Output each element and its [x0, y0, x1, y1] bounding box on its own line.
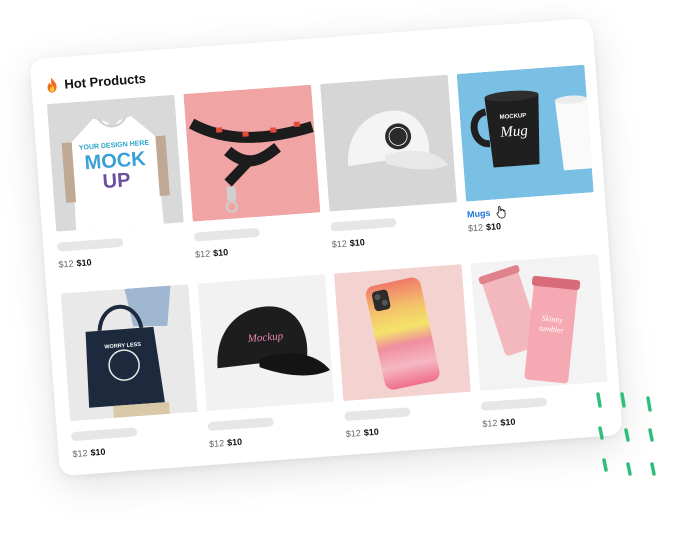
- new-price: $10: [485, 221, 502, 233]
- product-image-lanyard[interactable]: [183, 84, 321, 222]
- product-image-cap-white[interactable]: [320, 74, 458, 212]
- product-card[interactable]: WORRY LESS $12 $10: [60, 284, 201, 467]
- name-placeholder: [207, 417, 274, 432]
- product-grid: YOUR DESIGN HERE MOCK UP $12 $10 $12 $10…: [46, 64, 612, 468]
- new-price: $10: [500, 416, 516, 428]
- product-image-cap-black[interactable]: Mockup: [197, 274, 335, 412]
- product-card[interactable]: YOUR DESIGN HERE MOCK UP $12 $10: [46, 94, 187, 278]
- price: $12 $10: [345, 420, 473, 439]
- product-card[interactable]: Skinny tumbler $12 $10: [470, 254, 611, 437]
- old-price: $12: [331, 238, 348, 250]
- hot-products-card: Hot Products YOUR DESIGN HERE MOCK UP $1…: [29, 17, 623, 477]
- product-card[interactable]: Mockup $12 $10: [197, 274, 337, 457]
- tshirt-text-3: UP: [102, 169, 131, 193]
- old-price: $12: [482, 417, 498, 430]
- product-image-mug[interactable]: MOCKUP Mug: [456, 64, 594, 202]
- stage: Hot Products YOUR DESIGN HERE MOCK UP $1…: [0, 0, 674, 536]
- price: $12 $10: [331, 230, 459, 249]
- product-name-label[interactable]: Mugs: [467, 207, 491, 219]
- old-price: $12: [208, 438, 225, 450]
- price: $12 $10: [58, 250, 186, 269]
- name-placeholder: [344, 407, 411, 422]
- name-placeholder: [193, 227, 261, 242]
- fire-icon: [47, 77, 57, 93]
- product-card[interactable]: MOCKUP Mug Mugs $12 $10: [456, 64, 597, 248]
- name-placeholder: [330, 217, 397, 232]
- name-placeholder: [56, 237, 124, 252]
- decorative-dots: [596, 392, 656, 476]
- product-card[interactable]: $12 $10: [333, 264, 474, 447]
- price: $12 $10: [72, 440, 200, 459]
- new-price: $10: [76, 257, 92, 269]
- price: $12 $10: [209, 430, 337, 449]
- mug-text-2: Mug: [499, 123, 529, 141]
- product-image-tote[interactable]: WORRY LESS: [60, 284, 198, 422]
- product-card[interactable]: $12 $10: [183, 84, 323, 268]
- new-price: $10: [349, 237, 366, 249]
- old-price: $12: [72, 448, 88, 460]
- old-price: $12: [58, 258, 74, 270]
- new-price: $10: [363, 426, 380, 438]
- old-price: $12: [194, 248, 211, 260]
- price: $12 $10: [195, 240, 323, 259]
- product-image-phone-case[interactable]: [333, 264, 471, 402]
- new-price: $10: [226, 436, 243, 448]
- new-price: $10: [212, 247, 229, 259]
- product-image-tshirt[interactable]: YOUR DESIGN HERE MOCK UP: [46, 94, 184, 232]
- product-image-tumbler[interactable]: Skinny tumbler: [470, 254, 608, 392]
- name-placeholder: [70, 427, 138, 442]
- old-price: $12: [467, 222, 484, 234]
- hand-pointer-icon: [495, 205, 505, 219]
- product-card[interactable]: $12 $10: [320, 74, 460, 258]
- section-header: Hot Products: [45, 71, 146, 93]
- name-placeholder: [480, 397, 548, 412]
- new-price: $10: [90, 446, 106, 458]
- old-price: $12: [345, 427, 362, 440]
- section-title: Hot Products: [63, 70, 147, 92]
